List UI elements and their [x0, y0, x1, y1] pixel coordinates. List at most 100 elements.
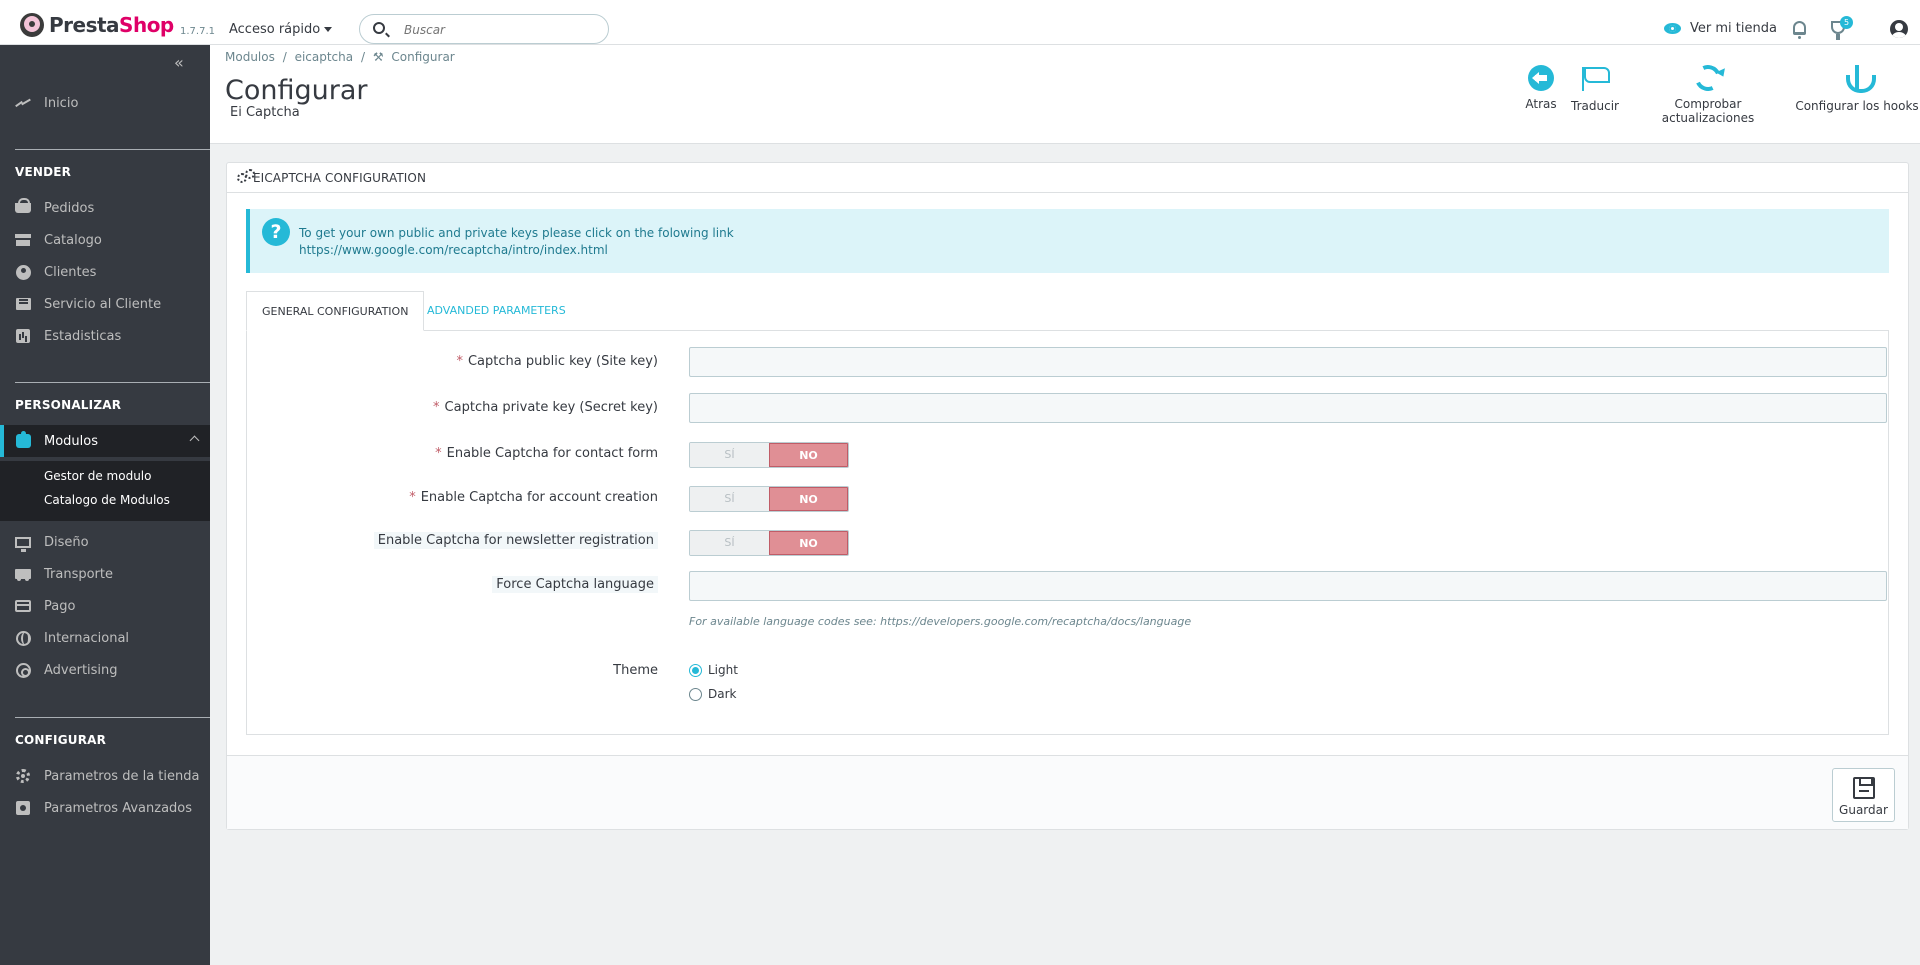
back-button[interactable]: Atras [1516, 65, 1566, 111]
switch-yes[interactable]: SÍ [690, 487, 769, 511]
search-box[interactable] [359, 14, 609, 44]
sidebar-item-stats[interactable]: Estadisticas [0, 320, 210, 352]
info-alert: ? To get your own public and private key… [246, 209, 1889, 273]
settings-box-icon [16, 801, 30, 815]
configure-hooks-button[interactable]: Configurar los hooks [1794, 65, 1920, 113]
private-key-input[interactable] [689, 393, 1887, 423]
version-label: 1.7.7.1 [180, 26, 215, 37]
sidebar-item-customers[interactable]: Clientes [0, 256, 210, 288]
cogs-icon [237, 169, 255, 183]
radio-unchecked-icon[interactable] [689, 687, 702, 701]
sidebar-item-customer-service[interactable]: Servicio al Cliente [0, 288, 210, 320]
breadcrumb: Modulos / eicaptcha / ⚒ Configurar [225, 50, 455, 64]
panel-footer: Guardar [227, 755, 1908, 829]
save-floppy-icon [1852, 777, 1875, 799]
wrench-icon: ⚒ [372, 50, 384, 64]
sidebar-item-catalog[interactable]: Catalogo [0, 224, 210, 256]
private-key-label: * Captcha private key (Secret key) [433, 400, 658, 415]
sidebar-item-home[interactable]: Inicio [0, 87, 210, 119]
sidebar-subitem-module-manager[interactable]: Gestor de modulo [44, 469, 151, 483]
sidebar-section-customize: PERSONALIZAR [15, 398, 122, 412]
radio-checked-icon[interactable] [689, 663, 702, 677]
top-header: PrestaShop 1.7.7.1 Acceso rápido Ver mi … [0, 0, 1920, 45]
refresh-icon [1691, 61, 1725, 95]
eye-icon [1664, 23, 1681, 34]
target-icon [15, 662, 31, 678]
search-icon [373, 22, 385, 34]
prestashop-logo[interactable]: PrestaShop [20, 13, 174, 37]
account-circle-icon [15, 264, 31, 280]
account-creation-label: * Enable Captcha for account creation [409, 490, 658, 505]
sidebar-item-shipping[interactable]: Transporte [0, 558, 210, 590]
sidebar-item-payment[interactable]: Pago [0, 590, 210, 622]
sidebar-subitem-module-catalog[interactable]: Catalogo de Modulos [44, 493, 170, 507]
collapse-sidebar-icon[interactable]: « [174, 53, 184, 72]
view-store-link[interactable]: Ver mi tienda [1664, 21, 1777, 36]
switch-no[interactable]: NO [768, 531, 848, 555]
theme-option-light[interactable]: Light [689, 663, 738, 677]
breadcrumb-configure: Configurar [391, 50, 455, 64]
page-head: Modulos / eicaptcha / ⚒ Configurar Confi… [210, 45, 1920, 144]
public-key-input[interactable] [689, 347, 1887, 377]
credit-card-icon [15, 600, 31, 612]
arrow-back-icon [1528, 65, 1554, 91]
sidebar: « Inicio VENDER Pedidos Catalogo Cliente… [0, 45, 210, 965]
switch-no[interactable]: NO [768, 443, 848, 467]
account-creation-switch[interactable]: SÍ NO [689, 486, 849, 512]
trending-up-icon [15, 98, 31, 108]
notifications-bell-icon[interactable] [1793, 21, 1806, 39]
orders-badge: 5 [1840, 16, 1853, 29]
user-account-icon[interactable] [1890, 20, 1908, 38]
sidebar-item-shop-parameters[interactable]: Parametros de la tienda [0, 760, 210, 792]
switch-yes[interactable]: SÍ [690, 531, 769, 555]
check-updates-button[interactable]: Comprobar actualizaciones [1628, 61, 1788, 125]
store-icon [15, 234, 31, 246]
tab-content: * Captcha public key (Site key) * Captcha … [246, 330, 1889, 735]
modules-submenu: Gestor de modulo Catalogo de Modulos [0, 461, 210, 521]
newsletter-switch[interactable]: SÍ NO [689, 530, 849, 556]
gear-icon [16, 769, 30, 783]
tabs: GENERAL CONFIGURATION ADVANDED PARAMETER… [246, 291, 1889, 331]
sidebar-item-international[interactable]: Internacional [0, 622, 210, 654]
language-help-text: For available language codes see: https:… [689, 615, 1192, 628]
sidebar-section-configure: CONFIGURAR [15, 733, 107, 747]
sidebar-divider [15, 149, 210, 150]
page-title: Configurar [225, 75, 368, 106]
tab-general-configuration[interactable]: GENERAL CONFIGURATION [246, 291, 425, 331]
theme-option-dark[interactable]: Dark [689, 687, 736, 701]
save-button[interactable]: Guardar [1832, 768, 1895, 822]
sidebar-item-orders[interactable]: Pedidos [0, 192, 210, 224]
caret-down-icon [324, 27, 333, 32]
configuration-panel: EICAPTCHA CONFIGURATION ? To get your ow… [226, 162, 1909, 830]
force-language-input[interactable] [689, 571, 1887, 601]
recaptcha-link[interactable]: https://www.google.com/recaptcha/intro/i… [299, 243, 608, 257]
globe-icon [15, 630, 31, 646]
panel-heading: EICAPTCHA CONFIGURATION [227, 163, 1908, 193]
tab-advanced-parameters[interactable]: ADVANDED PARAMETERS [412, 291, 581, 331]
translate-button[interactable]: Traducir [1565, 65, 1625, 113]
chevron-up-icon [189, 435, 200, 446]
sidebar-item-modules[interactable]: Modulos [0, 425, 210, 457]
question-circle-icon: ? [262, 218, 290, 246]
sidebar-section-sell: VENDER [15, 165, 72, 179]
switch-no[interactable]: NO [768, 487, 848, 511]
breadcrumb-modules[interactable]: Modulos [225, 50, 275, 64]
truck-icon [15, 569, 31, 581]
contact-form-switch[interactable]: SÍ NO [689, 442, 849, 468]
theme-label: Theme [613, 663, 658, 678]
sidebar-item-advanced-parameters[interactable]: Parametros Avanzados [0, 792, 210, 824]
page-subtitle: Ei Captcha [230, 105, 300, 120]
desktop-icon [15, 536, 31, 552]
quick-access-dropdown[interactable]: Acceso rápido [229, 22, 333, 37]
sidebar-item-advertising[interactable]: Advertising [0, 654, 210, 686]
puzzle-icon [15, 431, 31, 448]
breadcrumb-eicaptcha[interactable]: eicaptcha [295, 50, 354, 64]
basket-icon [15, 198, 31, 213]
search-input[interactable] [404, 21, 594, 39]
contact-form-label: * Enable Captcha for contact form [435, 446, 658, 461]
force-language-label: Force Captcha language [492, 576, 658, 593]
sidebar-item-design[interactable]: Diseño [0, 526, 210, 558]
sidebar-divider [15, 382, 210, 383]
switch-yes[interactable]: SÍ [690, 443, 769, 467]
public-key-label: * Captcha public key (Site key) [456, 354, 658, 369]
